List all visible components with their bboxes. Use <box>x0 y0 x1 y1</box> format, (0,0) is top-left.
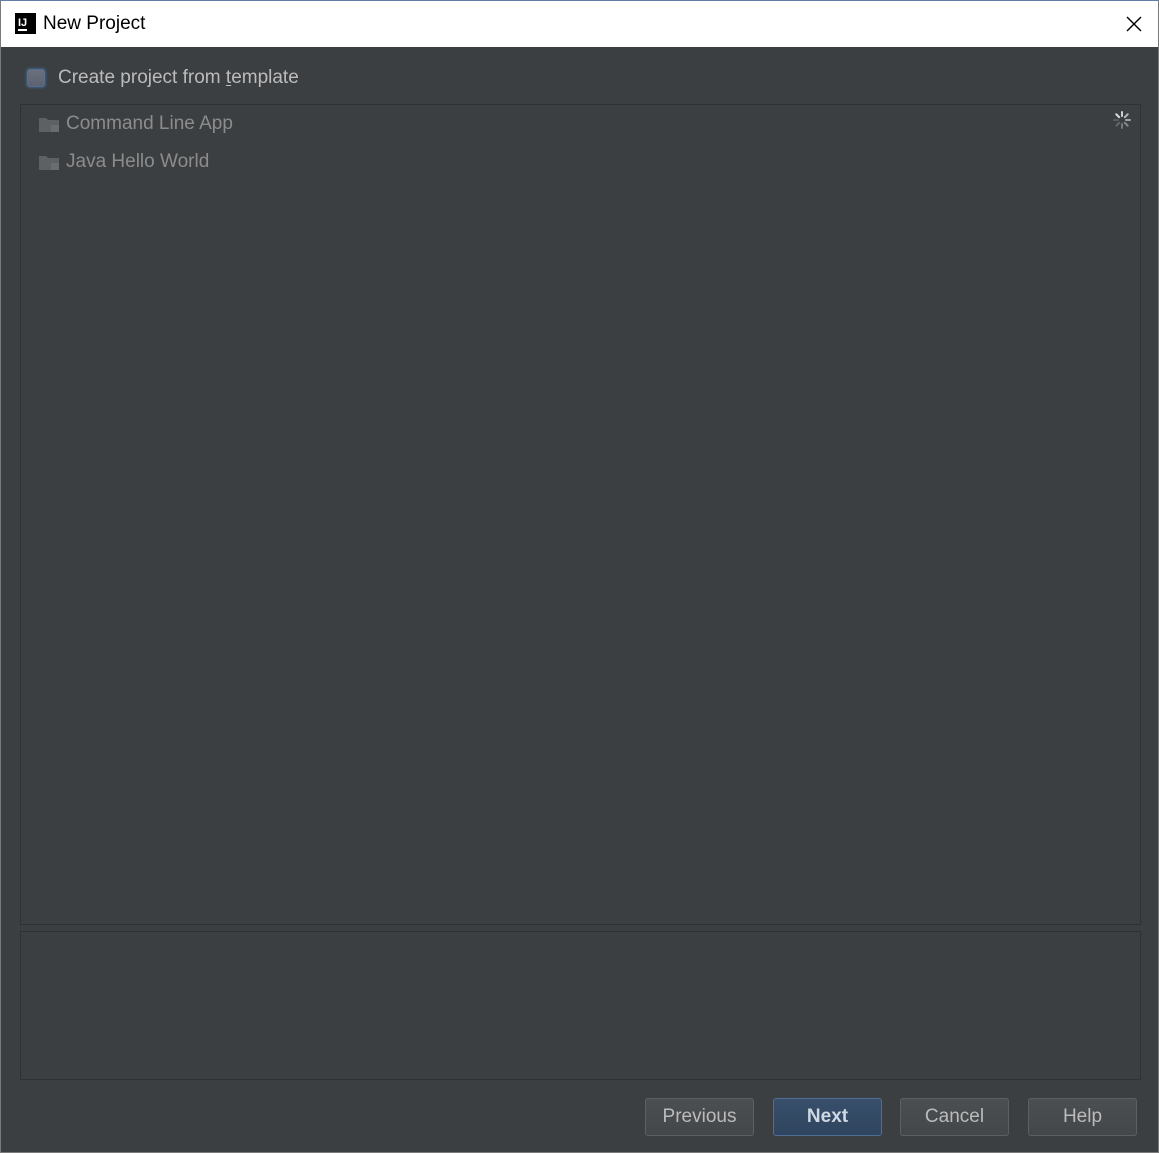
close-icon <box>1126 16 1142 32</box>
template-description-panel <box>20 931 1141 1080</box>
help-button[interactable]: Help <box>1028 1098 1137 1136</box>
list-item[interactable]: Command Line App <box>38 111 233 137</box>
list-item-label: Command Line App <box>66 113 233 134</box>
window-title: New Project <box>43 13 146 34</box>
template-list[interactable]: Command Line App Java Hello World <box>20 104 1141 925</box>
close-button[interactable] <box>1110 1 1158 47</box>
next-button[interactable]: Next <box>773 1098 882 1136</box>
folder-icon <box>39 118 59 132</box>
intellij-app-icon: IJ <box>15 13 36 34</box>
spinner-icon <box>1113 111 1131 129</box>
create-from-template-checkbox[interactable] <box>27 69 45 87</box>
list-item[interactable]: Java Hello World <box>38 149 209 175</box>
new-project-dialog: IJ New Project Create project from templ… <box>0 0 1159 1153</box>
create-from-template-row[interactable]: Create project from template <box>27 67 299 89</box>
title-bar: IJ New Project <box>1 1 1158 47</box>
dialog-content: Create project from template Command Lin… <box>1 47 1158 1152</box>
folder-icon <box>39 156 59 170</box>
cancel-button[interactable]: Cancel <box>900 1098 1009 1136</box>
svg-text:IJ: IJ <box>18 17 27 29</box>
create-from-template-label[interactable]: Create project from template <box>58 67 299 89</box>
list-item-label: Java Hello World <box>66 151 210 172</box>
previous-button[interactable]: Previous <box>645 1098 754 1136</box>
